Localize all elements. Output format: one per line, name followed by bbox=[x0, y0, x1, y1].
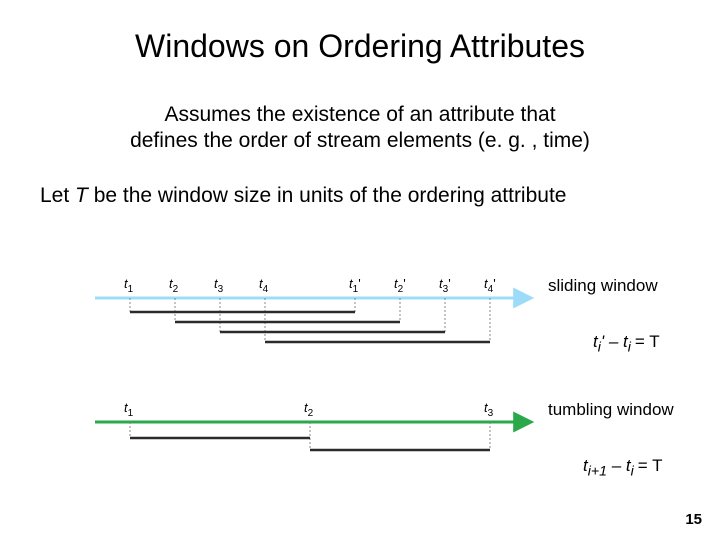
sliding-label: sliding window bbox=[548, 276, 658, 296]
subtitle-line1: Assumes the existence of an attribute th… bbox=[164, 103, 555, 126]
svg-text:t1': t1' bbox=[349, 276, 361, 295]
svg-text:t3: t3 bbox=[214, 276, 224, 295]
svg-text:t4: t4 bbox=[259, 276, 269, 295]
body-prefix: Let bbox=[40, 184, 75, 207]
body-T: T bbox=[75, 184, 88, 207]
page-number: 15 bbox=[685, 511, 702, 528]
f-t-sub1: i+1 bbox=[588, 463, 607, 479]
body-suffix: be the window size in units of the order… bbox=[88, 184, 567, 207]
svg-text:t1: t1 bbox=[124, 276, 134, 295]
tumbling-label: tumbling window bbox=[548, 400, 674, 420]
svg-text:t1: t1 bbox=[124, 400, 134, 419]
slide-title: Windows on Ordering Attributes bbox=[0, 28, 720, 65]
f-s-eq: = T bbox=[635, 332, 660, 351]
svg-text:t2: t2 bbox=[169, 276, 179, 295]
tumbling-formula: ti+1 – ti = T bbox=[583, 456, 662, 479]
f-t-sub2: i bbox=[631, 463, 638, 479]
f-s-sub2: i bbox=[628, 339, 635, 355]
svg-text:t2': t2' bbox=[394, 276, 406, 295]
sliding-window-bars bbox=[130, 312, 490, 342]
subtitle-line2: defines the order of stream elements (e.… bbox=[130, 129, 590, 152]
svg-text:t3: t3 bbox=[484, 400, 494, 419]
tumbling-ticks: t1 t2 t3 bbox=[124, 400, 494, 450]
f-s-mid: – t bbox=[604, 332, 628, 351]
svg-text:t4': t4' bbox=[484, 276, 496, 295]
f-t-mid: – t bbox=[607, 456, 631, 475]
slide-subtitle: Assumes the existence of an attribute th… bbox=[0, 102, 720, 155]
sliding-formula: ti' – ti = T bbox=[593, 332, 660, 355]
f-t-eq: = T bbox=[638, 456, 663, 475]
body-text: Let T be the window size in units of the… bbox=[40, 184, 680, 208]
svg-text:t2: t2 bbox=[304, 400, 314, 419]
svg-text:t3': t3' bbox=[439, 276, 451, 295]
